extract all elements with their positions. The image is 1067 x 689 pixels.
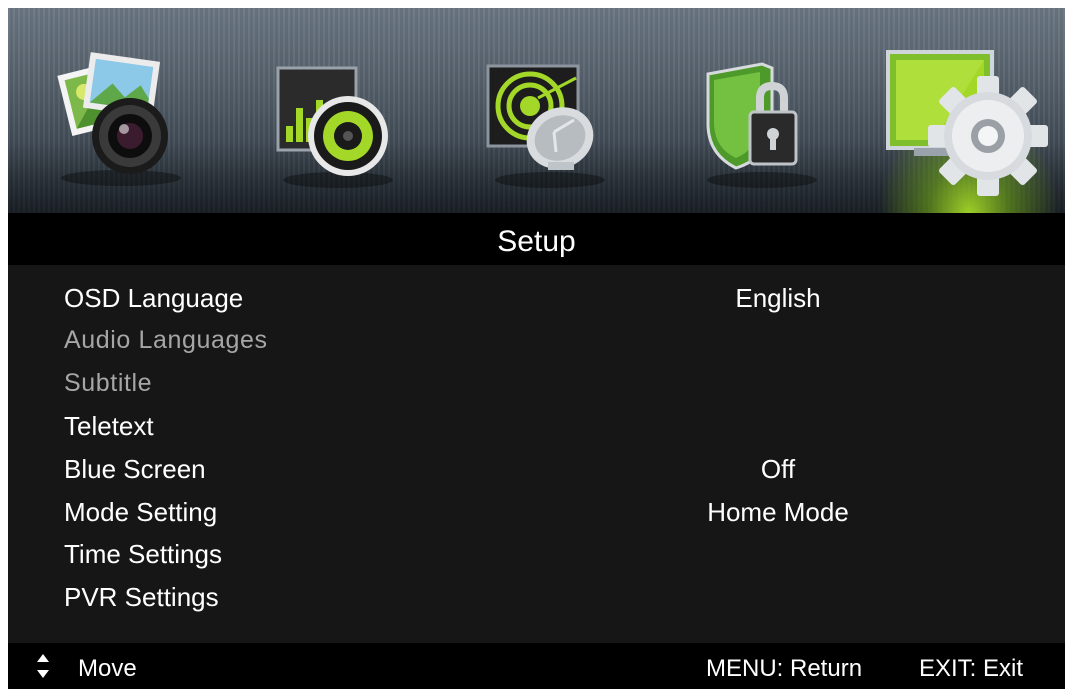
key-hint-bar: Move MENU: Return EXIT: Exit — [8, 643, 1065, 689]
menu-item-blue-screen[interactable]: Blue Screen Off — [8, 454, 1065, 494]
menu-item-label: OSD Language — [64, 283, 244, 313]
menu-item-time-settings[interactable]: Time Settings — [8, 539, 1065, 579]
tab-picture[interactable] — [26, 8, 216, 213]
menu-item-label: Subtitle — [64, 369, 153, 397]
up-down-arrow-icon — [37, 654, 49, 678]
lock-shield-icon — [706, 62, 817, 188]
menu-item-mode-setting[interactable]: Mode Setting Home Mode — [8, 497, 1065, 537]
sound-speaker-icon — [276, 66, 393, 188]
tab-sound[interactable] — [238, 8, 428, 213]
menu-item-label: Time Settings — [64, 539, 222, 569]
tab-setup[interactable] — [874, 8, 1064, 213]
menu-item-audio-languages: Audio Languages — [8, 326, 1065, 366]
menu-item-pvr-settings[interactable]: PVR Settings — [8, 582, 1065, 622]
move-hint: Move — [78, 655, 137, 682]
menu-item-label: Audio Languages — [64, 326, 268, 354]
exit-hint: EXIT: Exit — [919, 655, 1024, 682]
tab-lock[interactable] — [662, 8, 852, 213]
menu-item-subtitle: Subtitle — [8, 369, 1065, 409]
menu-item-teletext[interactable]: Teletext — [8, 411, 1065, 451]
menu-item-label: PVR Settings — [64, 582, 219, 612]
menu-item-label: Blue Screen — [64, 454, 206, 484]
menu-icon-bar — [8, 8, 1065, 213]
setup-menu-list: OSD Language English Audio Languages Sub… — [8, 265, 1065, 643]
menu-item-label: Teletext — [64, 411, 154, 441]
menu-title-bar: Setup — [8, 213, 1065, 265]
menu-item-label: Mode Setting — [64, 497, 218, 527]
tv-osd-screen: Setup OSD Language English Audio Languag… — [8, 8, 1065, 689]
menu-return-hint: MENU: Return — [706, 655, 863, 682]
tab-channel[interactable] — [450, 8, 640, 213]
channel-satellite-icon — [486, 64, 605, 188]
menu-title: Setup — [497, 225, 576, 258]
menu-item-osd-language[interactable]: OSD Language English — [8, 283, 1065, 323]
menu-item-value: English — [735, 283, 821, 313]
menu-item-value: Home Mode — [707, 497, 849, 527]
setup-gear-icon — [886, 50, 1048, 196]
picture-camera-icon — [57, 52, 181, 186]
menu-item-value: Off — [760, 454, 796, 484]
